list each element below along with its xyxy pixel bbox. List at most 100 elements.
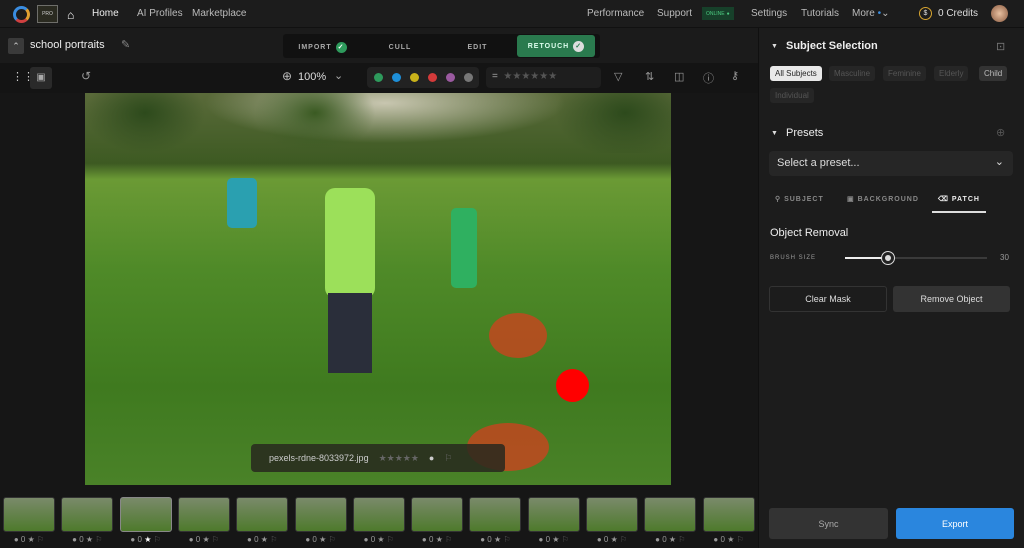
zoom-level[interactable]: 100% bbox=[298, 71, 326, 83]
nav-more[interactable]: More •⌄ bbox=[852, 8, 889, 19]
color-dot-icon[interactable]: ● bbox=[597, 535, 602, 544]
star-icon[interactable]: ★ bbox=[144, 535, 151, 544]
caret-icon[interactable]: ▼ bbox=[771, 43, 778, 50]
filmstrip-thumbnail[interactable] bbox=[119, 497, 172, 532]
star-icon[interactable]: ★ bbox=[669, 535, 676, 544]
flag-icon[interactable]: ⚐ bbox=[37, 535, 44, 544]
flag-icon[interactable]: ⚐ bbox=[329, 535, 336, 544]
chevron-down-icon[interactable]: ⌄ bbox=[334, 69, 343, 82]
nav-marketplace[interactable]: Marketplace bbox=[192, 8, 246, 19]
tab-background[interactable]: ▣ BACKGROUND bbox=[847, 195, 919, 203]
color-label-blue[interactable] bbox=[392, 73, 401, 82]
filmstrip-thumbnail[interactable] bbox=[352, 497, 405, 532]
step-cull[interactable]: CULL bbox=[370, 37, 430, 57]
star-icon[interactable]: ★ bbox=[86, 535, 93, 544]
flag-icon[interactable]: ⚐ bbox=[154, 535, 161, 544]
color-dot-icon[interactable]: ● bbox=[305, 535, 310, 544]
flag-icon[interactable]: ⚐ bbox=[562, 535, 569, 544]
star-icon[interactable]: ★ bbox=[727, 535, 734, 544]
color-dot-icon[interactable]: ● bbox=[713, 535, 718, 544]
tab-subject[interactable]: ⚲ SUBJECT bbox=[775, 195, 824, 203]
export-button[interactable]: Export bbox=[896, 508, 1014, 539]
color-label-purple[interactable] bbox=[446, 73, 455, 82]
star-icon[interactable]: ★ bbox=[552, 535, 559, 544]
credits[interactable]: 0 Credits bbox=[938, 8, 978, 19]
filmstrip-thumbnail[interactable] bbox=[294, 497, 347, 532]
key-icon[interactable]: ⚷ bbox=[731, 69, 739, 82]
clear-mask-button[interactable]: Clear Mask bbox=[769, 286, 887, 312]
sort-icon[interactable]: ⇅ bbox=[645, 70, 654, 83]
step-retouch[interactable]: RETOUCH ✓ bbox=[517, 35, 595, 57]
image-rating[interactable]: ★★★★★ bbox=[379, 453, 419, 464]
color-dot-icon[interactable]: ● bbox=[189, 535, 194, 544]
flag-icon[interactable]: ⚐ bbox=[503, 535, 510, 544]
filmstrip-thumbnail[interactable] bbox=[702, 497, 755, 532]
flag-icon[interactable]: ⚐ bbox=[270, 535, 277, 544]
step-import[interactable]: IMPORT ✓ bbox=[290, 37, 355, 57]
sync-button[interactable]: Sync bbox=[769, 508, 888, 539]
color-dot-icon[interactable]: ● bbox=[72, 535, 77, 544]
color-dot-icon[interactable]: ● bbox=[539, 535, 544, 544]
nav-tutorials[interactable]: Tutorials bbox=[801, 8, 839, 19]
star-icon[interactable]: ★ bbox=[611, 535, 618, 544]
star-icon[interactable]: ★ bbox=[494, 535, 501, 544]
filmstrip-thumbnail[interactable] bbox=[177, 497, 230, 532]
add-preset-icon[interactable]: ⊕ bbox=[996, 126, 1005, 139]
face-detect-icon[interactable]: ⊡ bbox=[996, 40, 1005, 53]
flag-icon[interactable]: ⚐ bbox=[678, 535, 685, 544]
rating-filter[interactable]: = ★★★★★★ bbox=[486, 67, 601, 88]
flag-icon[interactable]: ⚐ bbox=[445, 535, 452, 544]
compare-icon[interactable]: ◫ bbox=[674, 70, 684, 83]
filmstrip-thumbnail[interactable] bbox=[3, 497, 55, 532]
info-icon[interactable]: ⓘ bbox=[703, 70, 714, 86]
filmstrip-thumbnail[interactable] bbox=[644, 497, 697, 532]
home-icon[interactable]: ⌂ bbox=[67, 8, 74, 22]
color-dot-icon[interactable]: ● bbox=[247, 535, 252, 544]
zoom-icon[interactable]: ⊕ bbox=[282, 69, 292, 83]
history-icon[interactable]: ↺ bbox=[81, 69, 91, 83]
filmstrip-thumbnail[interactable] bbox=[527, 497, 580, 532]
color-dot-icon[interactable]: ● bbox=[14, 535, 19, 544]
flag-icon[interactable]: ⚐ bbox=[95, 535, 102, 544]
flag-icon[interactable]: ⚐ bbox=[212, 535, 219, 544]
color-dot-icon[interactable]: ● bbox=[429, 453, 434, 463]
color-dot-icon[interactable]: ● bbox=[422, 535, 427, 544]
caret-icon[interactable]: ▼ bbox=[771, 130, 778, 137]
color-dot-icon[interactable]: ● bbox=[480, 535, 485, 544]
filmstrip-thumbnail[interactable] bbox=[236, 497, 289, 532]
filmstrip-thumbnail[interactable] bbox=[586, 497, 638, 532]
star-icon[interactable]: ★ bbox=[377, 535, 384, 544]
flag-icon[interactable]: ⚐ bbox=[737, 535, 744, 544]
chip-child[interactable]: Child bbox=[979, 66, 1008, 81]
filmstrip-thumbnail[interactable] bbox=[411, 497, 464, 532]
single-view-icon[interactable]: ▣ bbox=[30, 67, 52, 89]
star-icon[interactable]: ★ bbox=[261, 535, 268, 544]
edit-icon[interactable]: ✎ bbox=[121, 38, 130, 51]
filter-icon[interactable]: ▽ bbox=[614, 70, 622, 83]
star-icon[interactable]: ★ bbox=[319, 535, 326, 544]
collapse-button[interactable]: ⌃ bbox=[8, 38, 24, 54]
remove-object-button[interactable]: Remove Object bbox=[893, 286, 1010, 312]
brush-size-slider[interactable] bbox=[845, 251, 987, 265]
star-icon[interactable]: ★ bbox=[202, 535, 209, 544]
star-icon[interactable]: ★ bbox=[436, 535, 443, 544]
step-edit[interactable]: EDIT bbox=[450, 37, 505, 57]
nav-ai-profiles[interactable]: AI Profiles bbox=[137, 8, 183, 19]
chip-all-subjects[interactable]: All Subjects bbox=[770, 66, 822, 81]
filmstrip-thumbnail[interactable] bbox=[61, 497, 114, 532]
nav-home[interactable]: Home bbox=[92, 8, 119, 19]
color-dot-icon[interactable]: ● bbox=[655, 535, 660, 544]
avatar[interactable] bbox=[991, 5, 1008, 22]
color-dot-icon[interactable]: ● bbox=[130, 535, 135, 544]
color-label-yellow[interactable] bbox=[410, 73, 419, 82]
nav-support[interactable]: Support bbox=[657, 8, 692, 19]
preset-select[interactable]: Select a preset... ⌄ bbox=[769, 151, 1013, 176]
color-dot-icon[interactable]: ● bbox=[364, 535, 369, 544]
color-label-green[interactable] bbox=[374, 73, 383, 82]
flag-icon[interactable]: ⚐ bbox=[620, 535, 627, 544]
flag-icon[interactable]: ⚐ bbox=[387, 535, 394, 544]
star-icon[interactable]: ★ bbox=[28, 535, 35, 544]
color-label-none[interactable] bbox=[464, 73, 473, 82]
tab-patch[interactable]: ⌫ PATCH bbox=[932, 195, 986, 213]
filmstrip-thumbnail[interactable] bbox=[469, 497, 522, 532]
